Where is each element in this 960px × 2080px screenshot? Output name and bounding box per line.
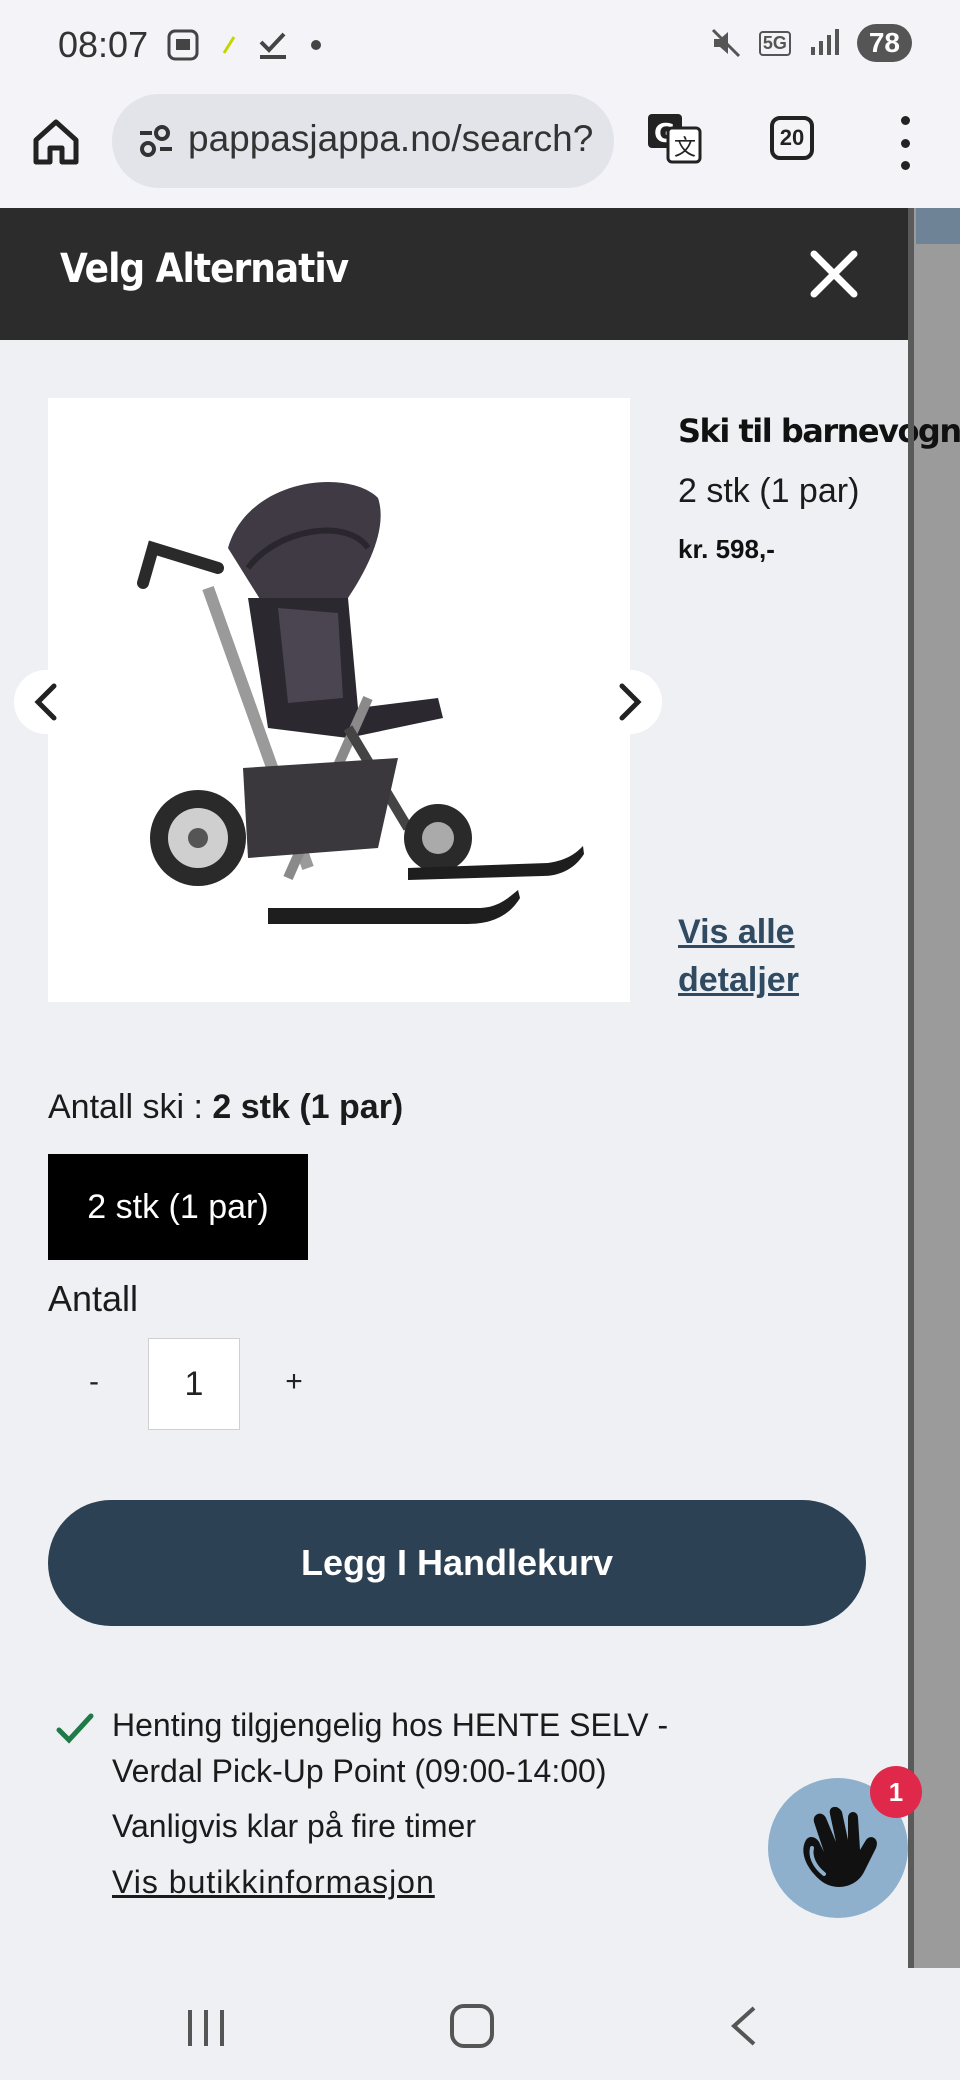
system-home-icon[interactable] <box>450 2004 494 2048</box>
pickup-availability: Henting tilgjengelig hos HENTE SELV - Ve… <box>112 1707 669 1789</box>
modal-header: Velg Alternativ <box>0 208 908 340</box>
page-background-header <box>916 208 960 244</box>
option-label: Antall ski : 2 stk (1 par) <box>48 1088 403 1127</box>
tab-switcher-button[interactable]: 20 <box>770 116 814 160</box>
product-variant: 2 stk (1 par) <box>678 472 860 510</box>
chat-notification-badge: 1 <box>870 1766 922 1818</box>
quantity-decrease-button[interactable]: - <box>64 1336 124 1428</box>
pickup-ready-time: Vanligvis klar på fire timer <box>112 1808 476 1844</box>
translate-icon[interactable]: G文 <box>646 110 702 166</box>
product-name: Ski til barnevogn <box>678 412 960 450</box>
screenshot-icon <box>167 29 199 61</box>
add-to-cart-button[interactable]: Legg I Handlekurv <box>48 1500 866 1626</box>
waving-hand-icon <box>803 1806 877 1887</box>
mute-icon <box>711 28 740 58</box>
option-modal: Velg Alternativ Ski til barnevogn 2 stk … <box>0 208 960 1968</box>
battery-indicator: 78 <box>856 24 912 62</box>
product-image <box>48 398 630 1002</box>
view-all-details-link[interactable]: Vis alle detaljer <box>678 908 878 1004</box>
url-text[interactable]: pappasjappa.no/search? <box>188 118 598 160</box>
store-info-link[interactable]: Vis butikkinformasjon <box>112 1864 435 1901</box>
svg-text:文: 文 <box>674 136 696 161</box>
stroller-with-skis-image <box>137 482 584 924</box>
previous-image-button[interactable] <box>14 670 78 734</box>
back-icon[interactable] <box>728 2004 758 2048</box>
status-icons-left <box>166 28 322 62</box>
option-label-text: Antall ski : <box>48 1088 213 1126</box>
home-icon[interactable] <box>30 116 82 168</box>
quantity-increase-button[interactable]: + <box>264 1336 324 1428</box>
site-settings-icon[interactable] <box>138 124 174 158</box>
check-download-icon <box>259 32 286 59</box>
option-selected-value: 2 stk (1 par) <box>212 1088 404 1126</box>
chevron-right-icon <box>619 683 642 721</box>
status-time: 08:07 <box>58 24 149 65</box>
signal-icon <box>810 29 839 55</box>
chevron-left-icon <box>34 683 57 721</box>
recent-apps-icon[interactable] <box>186 2008 226 2048</box>
more-menu-icon[interactable] <box>890 116 920 170</box>
page-background <box>906 208 960 1968</box>
dot-icon <box>311 40 321 50</box>
option-button[interactable]: 2 stk (1 par) <box>48 1154 308 1260</box>
system-navigation-bar <box>0 1968 960 2080</box>
leaf-icon <box>222 36 236 54</box>
status-icons-right: 5G 78 <box>711 24 912 62</box>
next-image-button[interactable] <box>598 670 662 734</box>
modal-title: Velg Alternativ <box>60 246 349 292</box>
address-bar[interactable]: pappasjappa.no/search? <box>112 94 614 188</box>
browser-toolbar: pappasjappa.no/search? G文 20 <box>0 90 960 208</box>
network-type: 5G <box>758 30 791 56</box>
modal-scrollbar[interactable] <box>908 208 914 1968</box>
close-icon[interactable] <box>808 248 860 300</box>
check-icon <box>56 1713 94 1744</box>
quantity-input[interactable]: 1 <box>148 1338 240 1430</box>
product-price: kr. 598,- <box>678 534 775 564</box>
status-bar: 08:07 5G 78 <box>0 0 960 90</box>
quantity-label: Antall <box>48 1278 139 1319</box>
